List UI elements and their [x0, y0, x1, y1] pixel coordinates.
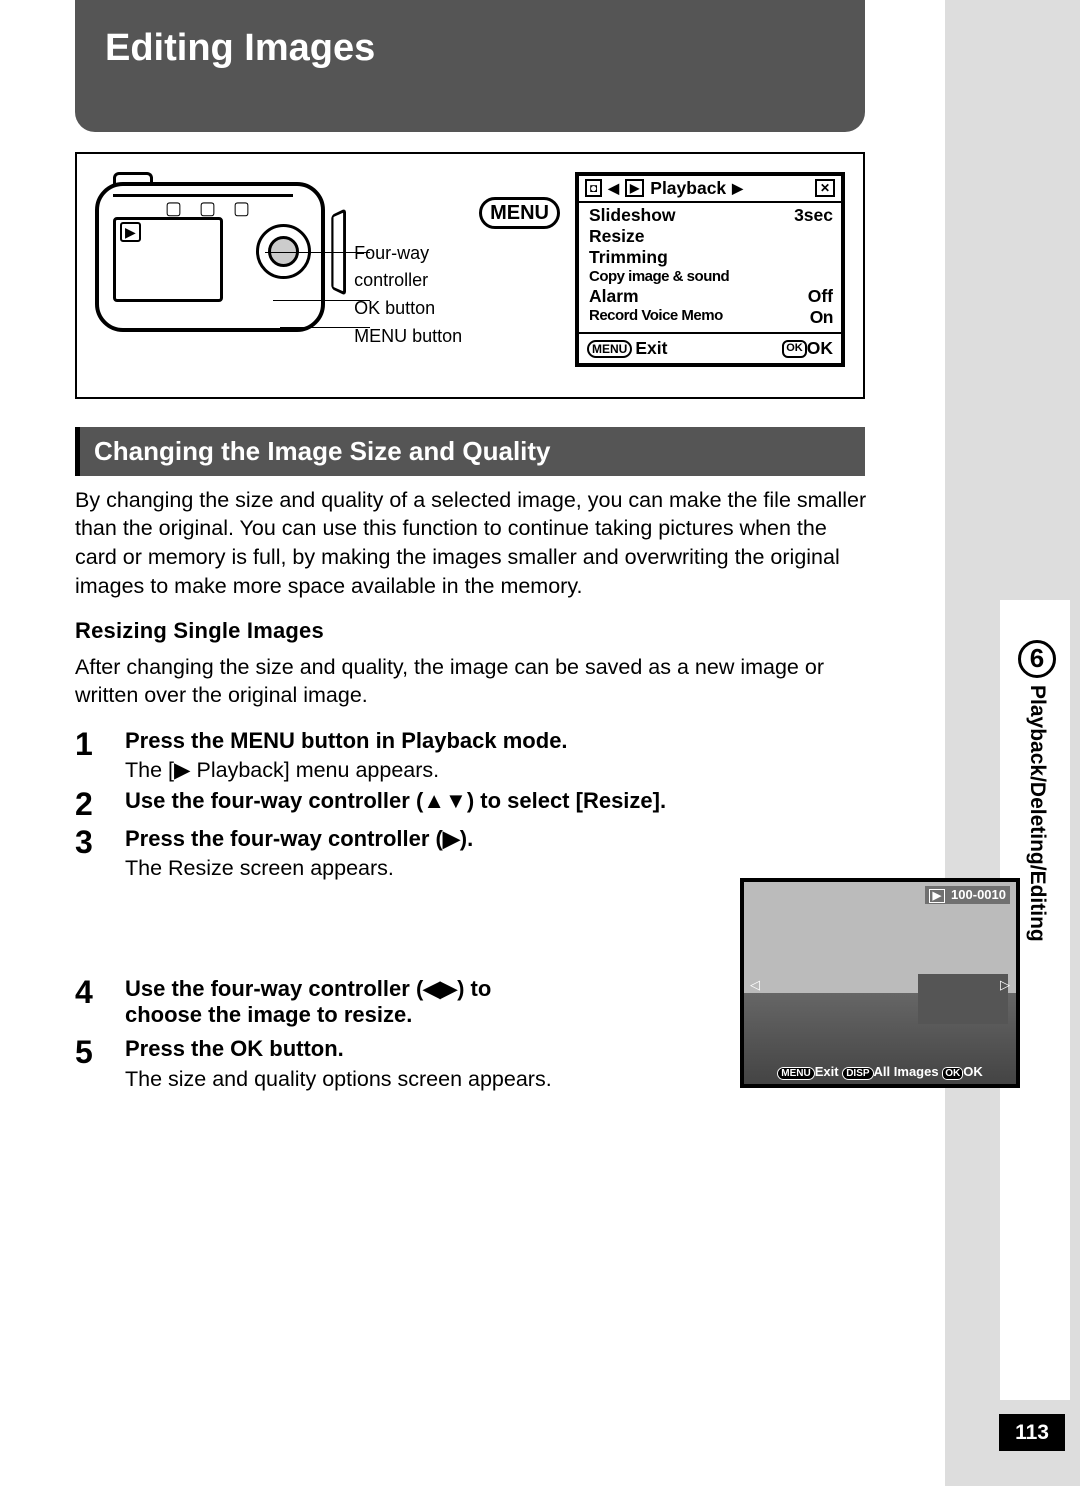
step-2-title: Use the four-way controller (▲▼) to sele…	[125, 788, 870, 814]
lcd-row-copy: Copy image & sound	[589, 268, 729, 286]
step-3-title: Press the four-way controller (▶).	[125, 826, 565, 852]
playback-mode-icon: ▶	[625, 179, 644, 197]
lcd-val-alarm: Off	[808, 286, 833, 307]
menu-pill-icon: MENU	[587, 340, 632, 358]
playback-icon: ▶	[929, 889, 945, 903]
camera-figure: ▢ ▢ ▢ ▶ Four-way controller OK button ME…	[75, 152, 865, 399]
sub-paragraph: After changing the size and quality, the…	[75, 653, 870, 710]
sub-heading: Resizing Single Images	[75, 618, 945, 644]
lcd-footer-ok: OK	[807, 338, 833, 358]
section-heading: Changing the Image Size and Quality	[75, 427, 865, 476]
lcd-row-slideshow: Slideshow	[589, 205, 676, 226]
side-chapter-label: Playback/Deleting/Editing	[1025, 685, 1050, 942]
step-4-title: Use the four-way controller (◀▶) to choo…	[125, 976, 565, 1029]
camera-callouts: Four-way controller OK button MENU butto…	[354, 240, 464, 352]
lcd-row-trimming: Trimming	[589, 247, 668, 268]
callout-menu: MENU button	[354, 323, 464, 351]
step-3-body: The Resize screen appears.	[125, 856, 565, 882]
left-arrow-icon: ◁	[750, 977, 760, 993]
page-number: 113	[999, 1414, 1065, 1451]
chapter-number-badge: 6	[1018, 640, 1056, 678]
ok-pill-icon: OK	[942, 1067, 963, 1080]
lcd-tab-title: Playback	[650, 178, 726, 199]
step-2: 2 Use the four-way controller (▲▼) to se…	[75, 788, 870, 822]
intro-paragraph: By changing the size and quality of a se…	[75, 486, 870, 600]
page-title: Editing Images	[105, 26, 835, 72]
lcd-row-voicememo: Record Voice Memo	[589, 307, 723, 328]
image-counter: 100-0010	[951, 887, 1006, 902]
callout-fourway: Four-way controller	[354, 240, 464, 296]
camera-mode-icon: ◘	[585, 179, 602, 197]
menu-button-icon: MENU	[479, 197, 560, 229]
step-1-body: The [▶ Playback] menu appears.	[125, 758, 870, 784]
lcd-footer-exit: Exit	[635, 338, 667, 358]
resize-screen-preview: ▶100-0010 ◁ ▷ MENUExit DISPAll Images OK…	[740, 878, 1020, 1088]
lcd-row-resize: Resize	[589, 226, 644, 247]
lcd-val-voicememo: On	[810, 307, 833, 328]
step-1: 1 Press the MENU button in Playback mode…	[75, 728, 870, 784]
ok-pill-icon: OK	[782, 340, 807, 357]
step-3: 3 Press the four-way controller (▶). The…	[75, 826, 870, 882]
camera-illustration: ▢ ▢ ▢ ▶	[95, 172, 339, 342]
lcd-val-slideshow: 3sec	[794, 205, 833, 226]
step-1-title: Press the MENU button in Playback mode.	[125, 728, 870, 754]
page-title-block: Editing Images	[75, 0, 865, 132]
disp-pill-icon: DISP	[842, 1067, 873, 1080]
right-arrow-icon: ▷	[1000, 977, 1010, 993]
tools-icon: ✕	[815, 179, 835, 197]
lcd-row-alarm: Alarm	[589, 286, 639, 307]
callout-ok: OK button	[354, 295, 464, 323]
lcd-menu-preview: ◘ ◀ ▶ Playback ▶ ✕ Slideshow3sec Resize …	[575, 172, 845, 367]
menu-pill-icon: MENU	[777, 1067, 814, 1080]
